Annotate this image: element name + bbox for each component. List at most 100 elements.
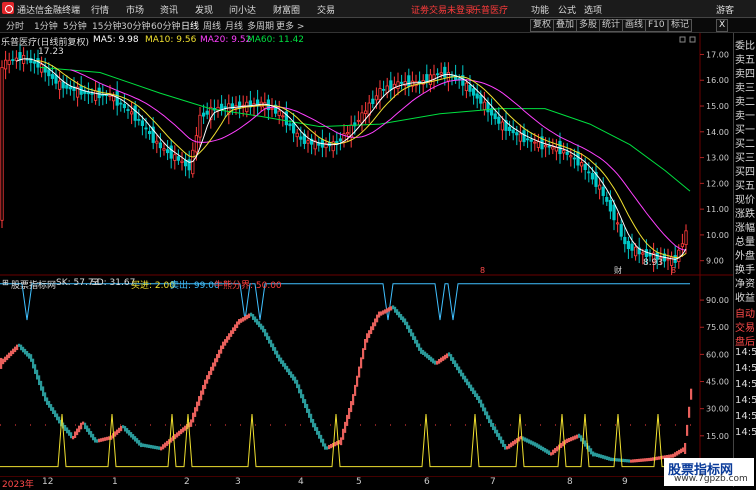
window-max-icon[interactable] (689, 36, 696, 43)
candle-body (605, 196, 609, 202)
ribbon-segment (468, 381, 471, 389)
ribbon-segment (526, 438, 529, 443)
ribbon-segment (66, 427, 69, 434)
financial-report-marker[interactable]: 财 (614, 265, 622, 276)
candle-body (291, 122, 296, 134)
kline-chart[interactable]: 17.00 16.00 15.00 14.00 13.00 12.00 11.00 10.00… (0, 33, 733, 276)
candle-body (32, 61, 37, 64)
diejia-button[interactable]: 叠加 (553, 19, 578, 32)
ribbon-segment (394, 306, 397, 313)
duogu-button[interactable]: 多股 (576, 19, 601, 32)
ribbon-segment (420, 347, 423, 354)
ribbon-segment (450, 354, 453, 361)
menu-gongneng[interactable]: 功能 (531, 3, 549, 16)
ribbon-segment (462, 372, 465, 380)
ribbon-segment (282, 360, 285, 367)
close-icon[interactable]: X (716, 19, 729, 32)
ribbon-segment (608, 456, 611, 461)
menu-caifuquan[interactable]: 财富圈 (273, 3, 300, 16)
ribbon-segment (584, 440, 587, 447)
tab-5min[interactable]: 5分钟 (63, 19, 87, 32)
ribbon-segment (210, 366, 213, 375)
menu-hangqing[interactable]: 行情 (91, 3, 109, 16)
ribbon-segment (314, 423, 317, 431)
ribbon-segment (414, 336, 417, 344)
menu-wenxiaoda[interactable]: 问小达 (229, 3, 256, 16)
ribbon-segment (576, 434, 579, 439)
ribbon-segment (8, 352, 11, 359)
date-tick: 4 (298, 477, 304, 487)
ribbon-segment (550, 452, 553, 456)
ribbon-segment (430, 356, 433, 362)
ribbon-segment (328, 444, 331, 450)
menu-xuanxiang[interactable]: 选项 (584, 3, 602, 16)
tab-fenshi[interactable]: 分时 (6, 19, 24, 32)
quote-field: 14:56 (735, 427, 756, 438)
ribbon-segment (24, 348, 27, 355)
tab-1min[interactable]: 1分钟 (34, 19, 58, 32)
tab-multi-period[interactable]: 多周期 (247, 19, 274, 32)
fuquan-button[interactable]: 复权 (530, 19, 555, 32)
tongji-button[interactable]: 统计 (599, 19, 624, 32)
ribbon-segment (122, 425, 125, 429)
candle-body (482, 101, 487, 110)
ribbon-segment (624, 458, 627, 463)
tab-monthly[interactable]: 月线 (225, 19, 243, 32)
ribbon-segment (440, 357, 443, 363)
quote-field: 现价 (735, 195, 755, 206)
candle-body (522, 130, 526, 143)
tab-more[interactable]: 更多 > (276, 19, 304, 32)
huaxian-button[interactable]: 画线 (622, 19, 647, 32)
indicator-name[interactable]: 股票指标网 (11, 278, 56, 291)
quote-field: 交易 (735, 323, 755, 334)
ribbon-segment (488, 415, 491, 424)
candle-body (389, 80, 393, 91)
candle-body (644, 249, 649, 258)
menu-youke[interactable]: 游客 (716, 3, 734, 16)
ribbon-segment (374, 318, 377, 327)
ribbon-segment (270, 339, 273, 348)
quote-field: 卖五 (735, 55, 755, 66)
ribbon-segment (542, 446, 545, 452)
ribbon-segment (684, 442, 687, 454)
ribbon-segment (502, 439, 505, 447)
tab-weekly[interactable]: 周线 (203, 19, 221, 32)
ribbon-segment (32, 358, 35, 369)
price-tick-label: 17.00 (706, 50, 729, 59)
ribbon-segment (600, 454, 603, 459)
ribbon-segment (90, 431, 93, 438)
candle-body (288, 123, 292, 127)
ribbon-segment (340, 437, 343, 446)
tab-30min[interactable]: 30分钟 (121, 19, 150, 32)
ribbon-segment (622, 458, 625, 463)
ribbon-segment (528, 439, 531, 444)
ribbon-segment (492, 422, 495, 431)
ribbon-segment (310, 413, 313, 423)
menu-gongshi[interactable]: 公式 (558, 3, 576, 16)
login-warning[interactable]: 证劵交易未登录 (411, 3, 474, 16)
ribbon-segment (426, 353, 429, 359)
menu-zixun[interactable]: 资讯 (160, 3, 178, 16)
ribbon-segment (266, 332, 269, 340)
menu-jiaoyi[interactable]: 交易 (317, 3, 335, 16)
tab-60min[interactable]: 60分钟 (151, 19, 180, 32)
ribbon-segment (390, 306, 393, 311)
f10-button[interactable]: F10 (645, 19, 668, 32)
window-toggle-icon[interactable] (679, 36, 686, 43)
ribbon-segment (372, 322, 375, 331)
ribbon-segment (98, 438, 101, 443)
ribbon-segment (280, 357, 283, 364)
candle-body (133, 105, 137, 121)
ribbon-segment (478, 396, 481, 404)
quote-field: 买二 (735, 139, 755, 150)
tab-15min[interactable]: 15分钟 (92, 19, 121, 32)
menu-shichang[interactable]: 市场 (126, 3, 144, 16)
biaoji-button[interactable]: 标记 (668, 19, 693, 32)
candle-body (345, 132, 350, 135)
indicator-chart[interactable]: 90.00 75.00 60.00 45.00 30.00 15.00 (0, 276, 733, 476)
tab-daily[interactable]: 日线 (181, 19, 199, 32)
menu-faxian[interactable]: 发现 (195, 3, 213, 16)
ribbon-segment (538, 444, 541, 449)
indicator-menu-icon[interactable]: ⊞ (2, 278, 9, 287)
ribbon-segment (206, 375, 209, 384)
